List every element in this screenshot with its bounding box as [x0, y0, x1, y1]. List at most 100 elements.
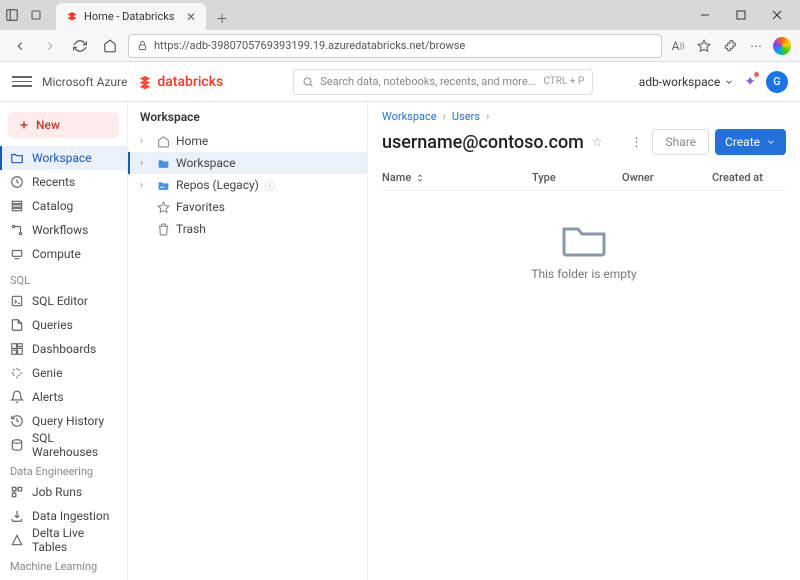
ingestion-icon — [10, 509, 24, 523]
sort-icon — [415, 173, 425, 183]
favorite-star-icon[interactable]: ☆ — [592, 135, 603, 149]
sidebar-toggle-icon[interactable] — [0, 3, 24, 27]
search-icon — [302, 76, 314, 88]
warehouse-icon — [10, 438, 24, 452]
assistant-icon[interactable]: ✦ — [744, 74, 756, 90]
nav-queries[interactable]: Queries — [0, 313, 127, 337]
browser-tab[interactable]: Home - Databricks ✕ — [56, 3, 206, 30]
delta-icon — [10, 533, 24, 547]
chevron-down-icon — [766, 137, 776, 147]
close-window-button[interactable] — [760, 2, 794, 28]
databricks-logo-icon — [137, 74, 153, 90]
databricks-favicon-icon — [66, 11, 78, 23]
search-placeholder: Search data, notebooks, recents, and mor… — [320, 75, 536, 88]
lock-icon — [137, 40, 148, 51]
history-icon — [10, 414, 24, 428]
nav-sql-warehouses[interactable]: SQL Warehouses — [0, 433, 127, 457]
workflows-icon — [10, 223, 24, 237]
table-header: Name Type Owner Created at — [382, 165, 786, 191]
col-name[interactable]: Name — [382, 171, 532, 184]
clock-icon — [10, 175, 24, 189]
workspace-tree: Workspace ›Home›Workspace›Repos (Legacy)… — [128, 102, 368, 580]
url-text: https://adb-3980705769393199.19.azuredat… — [154, 39, 653, 52]
azure-label: Microsoft Azure — [42, 75, 127, 89]
nav-job-runs[interactable]: Job Runs — [0, 480, 127, 504]
dashboards-icon — [10, 342, 24, 356]
empty-state: This folder is empty — [382, 191, 786, 281]
tree-home[interactable]: ›Home — [128, 130, 367, 152]
read-aloud-icon[interactable]: A)) — [668, 36, 688, 56]
minimize-button[interactable] — [688, 2, 722, 28]
star-icon — [156, 201, 170, 214]
chevron-right-icon[interactable]: › — [140, 136, 150, 147]
more-actions-icon[interactable]: ⋮ — [626, 131, 646, 153]
sql-editor-icon — [10, 294, 24, 308]
tab-actions-icon[interactable] — [24, 3, 48, 27]
tree-workspace[interactable]: ›Workspace — [128, 152, 367, 174]
section-ml: Machine Learning — [0, 552, 127, 575]
tree-repos-legacy-[interactable]: ›Repos (Legacy) ⓘ — [128, 174, 367, 196]
nav-playground[interactable]: Playground — [0, 575, 127, 580]
jobruns-icon — [10, 485, 24, 499]
queries-icon — [10, 318, 24, 332]
tab-title: Home - Databricks — [84, 10, 174, 23]
nav-data-ingestion[interactable]: Data Ingestion — [0, 504, 127, 528]
tree-title: Workspace — [128, 108, 367, 130]
content-area: Workspace › Users › username@contoso.com… — [368, 102, 800, 580]
nav-alerts[interactable]: Alerts — [0, 385, 127, 409]
menu-icon[interactable] — [12, 72, 32, 92]
nav-dashboards[interactable]: Dashboards — [0, 337, 127, 361]
nav-genie[interactable]: Genie — [0, 361, 127, 385]
search-shortcut: CTRL + P — [543, 76, 584, 87]
nav-query-history[interactable]: Query History — [0, 409, 127, 433]
home-button[interactable] — [98, 34, 122, 58]
col-owner[interactable]: Owner — [622, 171, 712, 184]
info-icon: ⓘ — [265, 178, 275, 193]
tree-trash[interactable]: Trash — [128, 218, 367, 240]
nav-catalog[interactable]: Catalog — [0, 194, 127, 218]
new-button[interactable]: New — [8, 112, 119, 138]
nav-recents[interactable]: Recents — [0, 170, 127, 194]
nav-sql-editor[interactable]: SQL Editor — [0, 289, 127, 313]
favorite-icon[interactable] — [694, 36, 714, 56]
empty-message: This folder is empty — [531, 267, 636, 281]
nav-delta-live-tables[interactable]: Delta Live Tables — [0, 528, 127, 552]
page-title: username@contoso.com — [382, 132, 584, 153]
address-bar[interactable]: https://adb-3980705769393199.19.azuredat… — [128, 34, 662, 58]
breadcrumb: Workspace › Users › — [382, 108, 786, 129]
maximize-button[interactable] — [724, 2, 758, 28]
alerts-icon — [10, 390, 24, 404]
more-icon[interactable]: ⋯ — [746, 36, 766, 56]
genie-icon — [10, 366, 24, 380]
close-tab-icon[interactable]: ✕ — [186, 10, 196, 24]
breadcrumb-link[interactable]: Workspace — [382, 110, 437, 123]
compute-icon — [10, 247, 24, 261]
create-button[interactable]: Create — [715, 129, 786, 155]
share-button[interactable]: Share — [652, 129, 709, 155]
empty-folder-icon — [560, 221, 608, 257]
avatar[interactable]: G — [766, 71, 788, 93]
col-created[interactable]: Created at — [712, 171, 786, 184]
chevron-right-icon[interactable]: › — [140, 180, 150, 191]
home-icon — [156, 135, 170, 148]
chevron-right-icon[interactable]: › — [140, 158, 150, 169]
forward-button[interactable] — [38, 34, 62, 58]
nav-workflows[interactable]: Workflows — [0, 218, 127, 242]
section-de: Data Engineering — [0, 457, 127, 480]
tree-favorites[interactable]: Favorites — [128, 196, 367, 218]
nav-compute[interactable]: Compute — [0, 242, 127, 266]
workspace-picker[interactable]: adb-workspace — [639, 75, 734, 89]
extensions-icon[interactable] — [720, 36, 740, 56]
trash-icon — [156, 223, 170, 236]
col-type[interactable]: Type — [532, 171, 622, 184]
new-tab-button[interactable]: ＋ — [210, 6, 234, 30]
nav-workspace[interactable]: Workspace — [0, 146, 127, 170]
copilot-icon[interactable] — [772, 36, 792, 56]
plus-icon — [18, 119, 30, 131]
refresh-button[interactable] — [68, 34, 92, 58]
back-button[interactable] — [8, 34, 32, 58]
databricks-logo[interactable]: databricks — [137, 74, 223, 90]
global-search[interactable]: Search data, notebooks, recents, and mor… — [293, 69, 593, 95]
catalog-icon — [10, 199, 24, 213]
breadcrumb-link[interactable]: Users — [452, 110, 480, 123]
